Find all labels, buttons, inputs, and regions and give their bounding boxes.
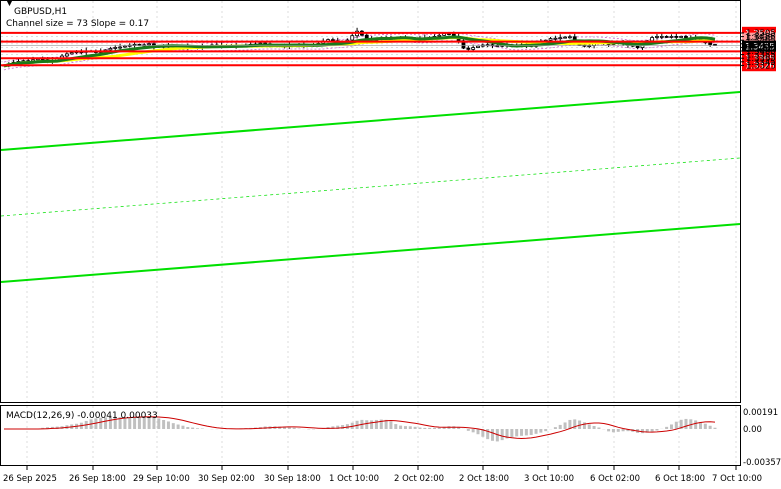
channel-info: Channel size = 73 Slope = 0.17	[6, 19, 149, 29]
candle-body	[684, 36, 688, 39]
time-tick-label: 3 Oct 10:00	[524, 474, 574, 484]
candle-body	[137, 43, 142, 46]
candle-body	[669, 36, 674, 38]
macd-tick-label: 0.00191	[743, 408, 778, 418]
time-tick-label: 2 Oct 02:00	[394, 474, 444, 484]
candle-body	[679, 36, 684, 38]
candle-body	[558, 37, 563, 40]
chart-canvas[interactable]: 1.35061.34571.34031.33651.33261.34381.34…	[0, 0, 781, 489]
candle-body	[118, 46, 122, 49]
time-tick-label: 6 Oct 18:00	[655, 474, 705, 484]
time-tick-label: 29 Sep 10:00	[133, 474, 190, 484]
time-tick-label: 30 Sep 02:00	[198, 474, 255, 484]
macd-tick-label: -0.00357	[743, 458, 781, 468]
symbol-title: GBPUSD,H1	[14, 7, 67, 17]
candle-body	[350, 35, 355, 41]
candle-body	[466, 47, 471, 50]
price-axis: 1.35051.34851.34651.34451.34251.34051.33…	[740, 29, 776, 71]
candle-body	[113, 47, 118, 49]
candle-body	[655, 36, 659, 38]
candle-body	[567, 36, 572, 39]
candle-body	[330, 39, 335, 42]
candle-body	[563, 36, 567, 39]
candle-body	[553, 37, 558, 40]
time-tick-label: 1 Oct 10:00	[329, 474, 379, 484]
candle-body	[471, 47, 476, 50]
candle-body	[108, 48, 113, 51]
candle-body	[650, 37, 655, 42]
candle-body	[659, 36, 664, 38]
time-tick-label: 30 Sep 18:00	[264, 474, 321, 484]
time-tick-label: 6 Oct 02:00	[590, 474, 640, 484]
macd-label: MACD(12,26,9) -0.00041 0.00033	[6, 411, 158, 421]
candle-body	[123, 45, 127, 48]
candle-body	[635, 45, 640, 48]
collapse-triangle-icon[interactable]: ▼	[6, 0, 13, 8]
macd-tick-label: 0.00	[743, 425, 762, 435]
main-chart-frame	[0, 0, 741, 403]
candle-body	[664, 36, 669, 38]
time-tick-label: 26 Sep 2025	[3, 474, 57, 484]
price-tick-label: 1.3325	[746, 61, 776, 71]
candle-body	[132, 43, 137, 46]
candle-body	[147, 43, 152, 46]
time-axis: 26 Sep 2025 26 Sep 18:00 29 Sep 10:00 30 Se…	[3, 466, 762, 484]
candle-body	[674, 36, 679, 38]
time-tick-label: 7 Oct 10:00	[712, 474, 762, 484]
candle-body	[548, 38, 553, 41]
candle-body	[708, 42, 713, 45]
candle-body	[64, 53, 69, 57]
time-tick-label: 2 Oct 18:00	[459, 474, 509, 484]
candle-body	[437, 34, 442, 37]
time-tick-label: 26 Sep 18:00	[69, 474, 126, 484]
candle-body	[476, 45, 480, 48]
candle-body	[69, 52, 74, 55]
